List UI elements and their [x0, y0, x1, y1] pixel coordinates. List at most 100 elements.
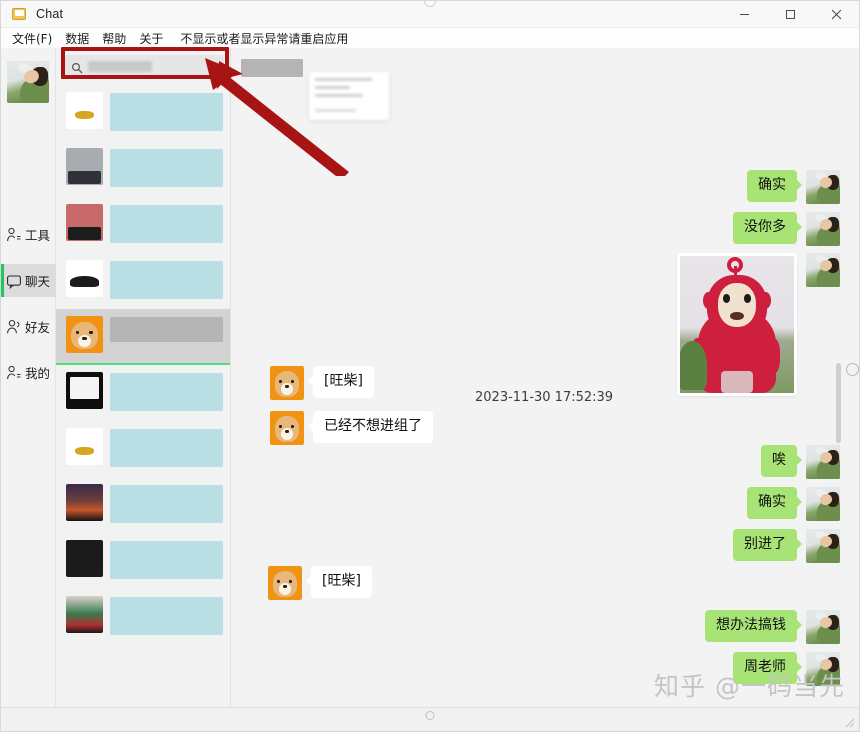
avatar — [66, 428, 103, 465]
avatar — [66, 596, 103, 633]
status-bar — [1, 707, 859, 731]
list-item[interactable] — [56, 141, 230, 197]
chat-preview-redacted — [110, 149, 223, 187]
chat-bubble-icon — [5, 272, 22, 289]
sidebar-item-label: 聊天 — [25, 274, 51, 289]
message-outgoing: 别进了 — [733, 529, 840, 563]
avatar[interactable] — [806, 445, 840, 479]
menu-bar: 文件(F) 数据 帮助 关于 不显示或者显示异常请重启应用 — [1, 28, 859, 48]
chat-preview-redacted — [110, 261, 223, 299]
chat-application-window: Chat 文件(F) 数据 帮助 关于 不显示或者显示异常请重启应用 工具 聊天… — [0, 0, 860, 732]
avatar[interactable] — [268, 566, 302, 600]
avatar[interactable] — [806, 253, 840, 287]
close-button[interactable] — [813, 1, 859, 28]
list-item[interactable] — [56, 421, 230, 477]
chat-preview-redacted — [110, 93, 223, 131]
conversation-scrollbar[interactable] — [836, 363, 841, 443]
message-bubble[interactable]: 已经不想进组了 — [308, 411, 433, 443]
chat-preview-redacted — [110, 205, 223, 243]
list-item[interactable] — [56, 85, 230, 141]
window-title: Chat — [36, 7, 64, 21]
watermark: 知乎 @一码当先 — [654, 672, 845, 701]
list-item[interactable] — [56, 253, 230, 309]
sidebar-item-profile[interactable]: 我的 — [1, 356, 56, 389]
list-item[interactable] — [56, 477, 230, 533]
window-drag-handle[interactable] — [424, 1, 436, 7]
avatar[interactable] — [270, 366, 304, 400]
maximize-button[interactable] — [767, 1, 813, 28]
message-bubble[interactable]: 确实 — [747, 170, 802, 202]
message-area[interactable]: 确实 没你多 2023-11-30 17:52:39 [旺柴] 已经不想进组了 … — [232, 48, 859, 708]
avatar[interactable] — [806, 212, 840, 246]
avatar[interactable] — [806, 487, 840, 521]
teletubby-po-photo — [680, 256, 794, 393]
list-item[interactable] — [56, 365, 230, 421]
sidebar-item-label: 我的 — [25, 366, 51, 381]
search-input[interactable] — [64, 55, 224, 78]
sidebar-item-tools[interactable]: 工具 — [1, 218, 56, 251]
search-icon — [71, 61, 83, 73]
avatar — [66, 540, 103, 577]
sidebar-item-chat[interactable]: 聊天 — [1, 264, 56, 297]
message-outgoing: 唉 — [761, 445, 840, 479]
message-incoming: [旺柴] — [270, 366, 374, 400]
message-bubble[interactable]: 确实 — [747, 487, 802, 519]
menu-file[interactable]: 文件(F) — [7, 29, 57, 48]
list-item[interactable] — [56, 197, 230, 253]
chat-preview-redacted — [110, 429, 223, 467]
avatar[interactable] — [270, 411, 304, 445]
message-bubble[interactable]: 别进了 — [733, 529, 802, 561]
menu-about[interactable]: 关于 — [134, 29, 168, 48]
avatar — [66, 484, 103, 521]
message-bubble[interactable]: [旺柴] — [308, 366, 374, 398]
message-timestamp: 2023-11-30 17:52:39 — [475, 390, 614, 405]
list-item-selected[interactable] — [56, 309, 230, 365]
avatar — [66, 372, 103, 409]
profile-person-icon — [5, 364, 22, 381]
conversation-pane: 确实 没你多 2023-11-30 17:52:39 [旺柴] 已经不想进组了 … — [232, 48, 859, 708]
avatar — [66, 204, 103, 241]
sidebar-item-friends[interactable]: 好友 — [1, 310, 56, 343]
message-incoming: [旺柴] — [268, 566, 372, 600]
message-outgoing: 没你多 — [733, 212, 840, 246]
menu-restart-notice: 不显示或者显示异常请重启应用 — [180, 31, 349, 46]
menu-help[interactable]: 帮助 — [97, 29, 131, 48]
minimize-button[interactable] — [721, 1, 767, 28]
avatar[interactable] — [806, 529, 840, 563]
avatar — [66, 92, 103, 129]
message-bubble[interactable]: 唉 — [761, 445, 802, 477]
avatar[interactable] — [806, 610, 840, 644]
title-bar: Chat — [1, 1, 859, 28]
resize-grip-icon[interactable] — [845, 718, 855, 728]
tools-person-icon — [5, 226, 22, 243]
message-bubble[interactable]: [旺柴] — [306, 566, 372, 598]
left-navigation-rail: 工具 聊天 好友 我的 — [1, 48, 56, 708]
message-incoming: 已经不想进组了 — [270, 411, 433, 445]
chat-app-icon — [12, 7, 28, 22]
friends-icon — [5, 318, 22, 335]
sidebar-item-label: 工具 — [25, 228, 51, 243]
message-outgoing: 想办法搞钱 — [705, 610, 840, 644]
chat-preview-redacted — [110, 485, 223, 523]
avatar — [66, 148, 103, 185]
message-outgoing-image — [677, 253, 840, 396]
status-handle[interactable] — [425, 711, 435, 720]
chat-list[interactable] — [56, 85, 230, 708]
rail-nav-list: 工具 聊天 好友 我的 — [1, 218, 56, 402]
chat-list-pane — [56, 48, 231, 708]
list-item[interactable] — [56, 533, 230, 589]
avatar — [66, 260, 103, 297]
avatar — [66, 316, 103, 353]
message-bubble[interactable]: 没你多 — [733, 212, 802, 244]
sidebar-item-label: 好友 — [25, 320, 51, 335]
list-item[interactable] — [56, 589, 230, 645]
image-message-bubble[interactable] — [677, 253, 797, 396]
menu-data[interactable]: 数据 — [60, 29, 94, 48]
avatar[interactable] — [7, 61, 49, 103]
chat-preview-redacted — [110, 597, 223, 635]
message-outgoing: 确实 — [747, 170, 840, 204]
scroll-edge-button[interactable] — [846, 363, 859, 376]
message-outgoing: 确实 — [747, 487, 840, 521]
avatar[interactable] — [806, 170, 840, 204]
message-bubble[interactable]: 想办法搞钱 — [705, 610, 802, 642]
